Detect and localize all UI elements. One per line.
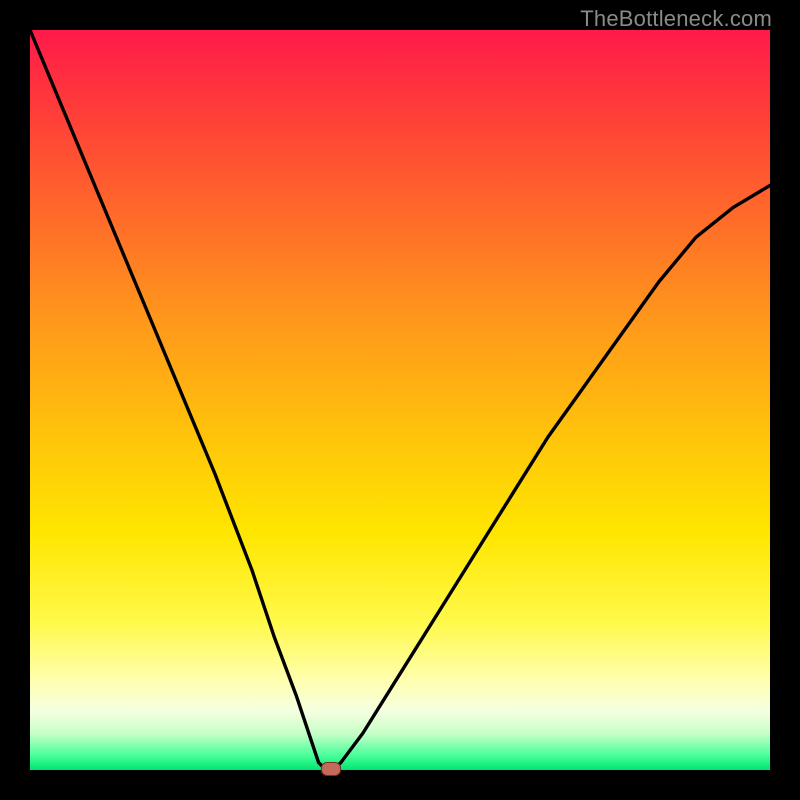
plot-gradient-background: [30, 30, 770, 770]
watermark-text: TheBottleneck.com: [580, 6, 772, 32]
chart-frame: TheBottleneck.com: [0, 0, 800, 800]
min-point-marker: [321, 762, 341, 776]
